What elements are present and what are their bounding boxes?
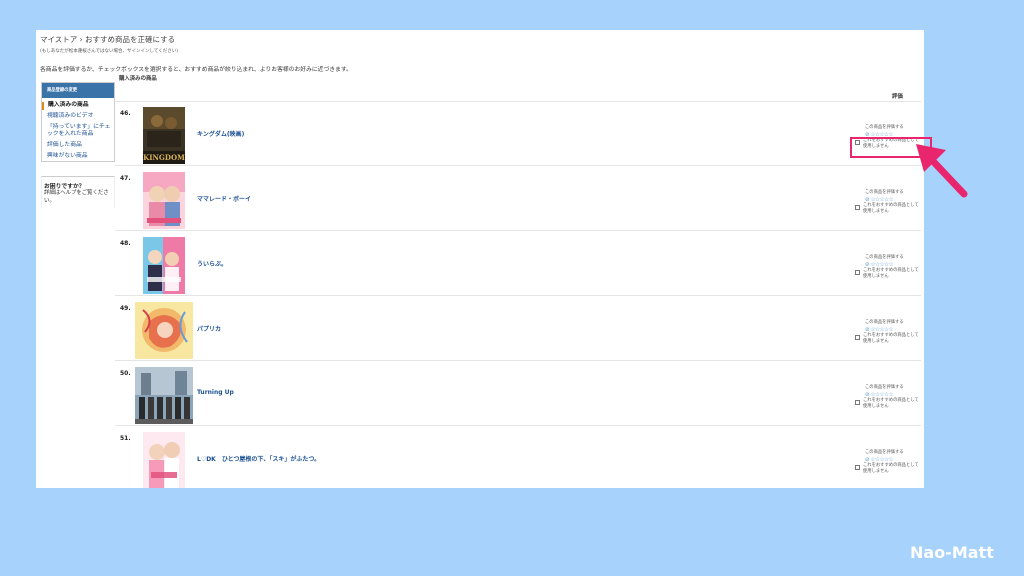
table-row: 50. Turning Up この商品を評価する ⊘ ☆☆☆☆☆ これをおすすめ… [115,362,921,426]
exclude-label: これをおすすめの商品として使用しません [863,463,919,475]
exclude-label: これをおすすめの商品として使用しません [863,268,919,280]
table-row: 47. ママレード・ボーイ この商品を評価する ⊘ ☆☆☆☆☆ これをおすすめの… [115,167,921,231]
rate-label: この商品を評価する [865,385,904,390]
row-number: 49. [120,305,131,312]
sidebar-item-owned[interactable]: 「持っています」にチェックを入れた商品 [42,124,114,140]
exclude-checkbox[interactable] [855,205,860,210]
row-number: 48. [120,240,131,247]
exclude-label: これをおすすめの商品として使用しません [863,203,919,215]
pointer-arrow-icon [916,144,968,198]
help-title: お困りですか？ [44,184,85,190]
product-title-link[interactable]: ういらぶ。 [197,259,227,268]
rate-label: この商品を評価する [865,450,904,455]
exclude-checkbox[interactable] [855,400,860,405]
rate-label: この商品を評価する [865,125,904,130]
product-title-link[interactable]: ママレード・ボーイ [197,194,251,203]
sidebar-item-purchased[interactable]: 購入済みの商品 [42,102,114,110]
table-row: 46. KINGDOM キングダム(映画) この商品を評価する ⊘ ☆☆☆☆☆ … [115,102,921,166]
help-box: お困りですか？ 詳細はヘルプをご覧ください。 [41,176,115,208]
paprika-poster[interactable] [135,302,193,359]
row-number: 46. [120,110,131,117]
exclude-checkbox[interactable] [855,465,860,470]
product-title-link[interactable]: L♡DK ひとつ屋根の下、「スキ」がふたつ。 [197,454,320,463]
rate-label: この商品を評価する [865,190,904,195]
kingdom-poster-text: KINGDOM [143,153,185,162]
uirabu-poster[interactable] [143,237,185,294]
exclude-label: これをおすすめの商品として使用しません [863,398,919,410]
rating-column-header: 評価 [892,94,903,100]
turning-up-poster[interactable] [135,367,193,424]
exclude-checkbox[interactable] [855,335,860,340]
product-title-link[interactable]: Turning Up [197,389,234,396]
exclude-label: これをおすすめの商品として使用しません [863,333,919,345]
sidebar-item-not-interested[interactable]: 興味がない商品 [42,153,114,161]
row-number: 51. [120,435,131,442]
sidebar-header: 商品登録の変更 [42,83,114,98]
sidebar-item-watched-videos[interactable]: 視聴済みのビデオ [42,113,114,121]
rate-label: この商品を評価する [865,255,904,260]
row-number: 50. [120,370,131,377]
breadcrumb[interactable]: マイストア › おすすめ商品を正確にする [40,34,175,45]
watermark: Nao-Matt [910,543,994,562]
marmalade-boy-poster[interactable] [143,172,185,229]
sidebar-item-rated[interactable]: 評価した商品 [42,142,114,150]
product-title-link[interactable]: キングダム(映画) [197,129,244,138]
section-title: 購入済みの商品 [119,76,157,82]
product-title-link[interactable]: パプリカ [197,324,221,333]
rate-label: この商品を評価する [865,320,904,325]
table-row: 49. パプリカ この商品を評価する ⊘ ☆☆☆☆☆ これをおすすめの商品として… [115,297,921,361]
table-row: 48. ういらぶ。 この商品を評価する ⊘ ☆☆☆☆☆ これをおすすめの商品とし… [115,232,921,296]
kingdom-poster[interactable]: KINGDOM [143,107,185,164]
instruction-text: 各商品を評価するか、チェックボックスを選択すると、おすすめ商品が絞り込まれ、より… [40,67,352,73]
exclude-checkbox[interactable] [855,270,860,275]
help-text[interactable]: 詳細はヘルプをご覧ください。 [44,190,114,206]
ldk-poster[interactable] [143,432,185,488]
sidebar-nav: 商品登録の変更 購入済みの商品 視聴済みのビデオ 「持っています」にチェックを入… [41,82,115,162]
row-number: 47. [120,175,131,182]
signin-note[interactable]: (もしあなたが松本蓮桜さんではない場合、サインインしてください) [40,48,178,54]
table-row: 51. L♡DK ひとつ屋根の下、「スキ」がふたつ。 この商品を評価する ⊘ ☆… [115,427,921,488]
main-panel: マイストア › おすすめ商品を正確にする (もしあなたが松本蓮桜さんではない場合… [36,30,924,488]
